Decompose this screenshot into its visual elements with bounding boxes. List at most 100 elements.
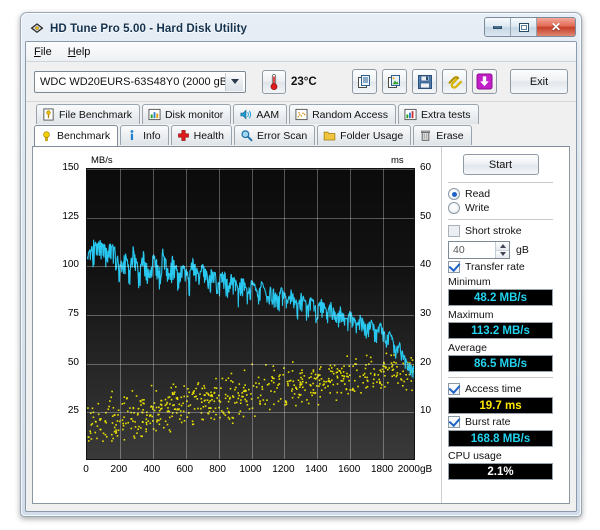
tab-extra-tests-label: Extra tests [420, 108, 471, 121]
client-area: File Help WDC WD20EURS-63S48Y0 (2000 gB) [25, 41, 577, 512]
thermometer-button[interactable] [262, 69, 286, 94]
gridline-horizontal [87, 169, 414, 170]
checkbox-access-time[interactable]: Access time [448, 383, 553, 395]
error-scan-magnifier-icon [241, 130, 253, 142]
radio-write[interactable]: Write [448, 202, 553, 214]
radio-write-indicator [448, 202, 460, 214]
checkbox-burst-rate[interactable]: Burst rate [448, 416, 553, 428]
tab-aam[interactable]: AAM [233, 104, 288, 124]
menu-item-file[interactable]: File [34, 46, 52, 58]
checkbox-short-stroke-label: Short stroke [465, 225, 522, 237]
start-button-label: Start [488, 158, 513, 171]
y-tick-label-right: 20 [420, 356, 432, 368]
copy-icon[interactable] [352, 69, 377, 94]
cpu-usage-value: 2.1% [448, 463, 553, 480]
tab-aam-label: AAM [256, 108, 280, 121]
cpu-usage-label: CPU usage [448, 450, 502, 462]
drive-select-value: WDC WD20EURS-63S48Y0 (2000 gB) [40, 75, 231, 88]
copy-image-icon[interactable] [382, 69, 407, 94]
tab-folder-usage[interactable]: Folder Usage [317, 125, 412, 145]
tab-folder-usage-label: Folder Usage [340, 129, 404, 142]
tab-random-access[interactable]: Random Access [289, 104, 396, 124]
tab-info[interactable]: Info [120, 125, 169, 145]
y-tick-label-right: 50 [420, 210, 432, 222]
extra-tests-icon [404, 108, 417, 121]
y-tick-label-right: 30 [420, 308, 432, 319]
tab-error-scan[interactable]: Error Scan [233, 125, 316, 145]
benchmark-chart: MB/s ms 25 50 75 100 125 150 10 20 30 40 50 60 0 20… [33, 147, 441, 503]
gridline-horizontal [87, 364, 414, 365]
checkbox-short-stroke[interactable]: Short stroke [448, 225, 553, 237]
start-button[interactable]: Start [462, 154, 539, 175]
tab-health-label: Health [193, 129, 224, 142]
erase-trash-icon [421, 130, 431, 141]
gridline-horizontal [87, 315, 414, 316]
y-tick-label-right: 40 [420, 259, 432, 271]
menu-bar: File Help [26, 42, 576, 62]
gridline-vertical [350, 169, 351, 459]
save-icon[interactable] [412, 69, 437, 94]
y-tick-label-left: 50 [67, 356, 79, 368]
health-cross-icon [177, 130, 189, 141]
menu-item-help-label-rest: elp [75, 45, 91, 58]
exit-button[interactable]: Exit [510, 69, 568, 94]
disk-monitor-icon [148, 108, 161, 121]
tab-file-benchmark-label: File Benchmark [59, 108, 132, 121]
minimum-value: 48.2 MB/s [448, 289, 553, 306]
access-time-value: 19.7 ms [448, 397, 553, 414]
tab-benchmark[interactable]: Benchmark [34, 125, 119, 146]
window-controls: ✕ [484, 17, 576, 37]
close-button[interactable]: ✕ [537, 18, 575, 36]
close-icon: ✕ [550, 20, 562, 34]
gridline-horizontal [87, 266, 414, 267]
radio-read[interactable]: Read [448, 188, 553, 200]
short-stroke-size-row: 40 gB [448, 241, 553, 259]
divider [448, 182, 553, 183]
benchmark-panel: MB/s ms 25 50 75 100 125 150 10 20 30 40 50 60 0 20… [32, 146, 570, 504]
download-icon[interactable] [472, 69, 497, 94]
tab-file-benchmark[interactable]: File Benchmark [36, 104, 140, 124]
benchmark-bulb-icon [43, 130, 50, 141]
menu-item-help[interactable]: Help [68, 46, 91, 58]
spinner-down-icon[interactable] [496, 250, 509, 258]
y-tick-label-left: 75 [67, 308, 79, 319]
tab-disk-monitor-label: Disk monitor [164, 108, 224, 121]
gridline-vertical [284, 169, 285, 459]
y-tick-label-left: 125 [62, 210, 79, 222]
maximize-button[interactable] [511, 18, 537, 36]
spinner-buttons[interactable] [495, 242, 509, 258]
tab-disk-monitor[interactable]: Disk monitor [141, 104, 232, 124]
tab-row-upper: File Benchmark Disk monitor AAM Random A… [32, 104, 570, 124]
tab-row-lower: Benchmark Info Health Error Scan Folder … [32, 125, 570, 146]
radio-read-label: Read [465, 188, 491, 200]
exit-button-label: Exit [529, 75, 549, 88]
radio-write-label: Write [465, 202, 490, 214]
transfer-rate-curve [87, 239, 414, 380]
gridline-vertical [383, 169, 384, 459]
tab-erase-label: Erase [436, 129, 464, 142]
average-label: Average [448, 342, 487, 354]
checkbox-short-stroke-indicator [448, 225, 460, 237]
attach-icon[interactable] [442, 69, 467, 94]
window-title: HD Tune Pro 5.00 - Hard Disk Utility [50, 22, 248, 35]
tab-health[interactable]: Health [170, 125, 232, 145]
chevron-down-icon[interactable] [225, 72, 243, 91]
divider [448, 219, 553, 220]
drive-select[interactable]: WDC WD20EURS-63S48Y0 (2000 gB) [34, 70, 246, 93]
aam-speaker-icon [240, 109, 252, 120]
minimize-icon [493, 25, 502, 29]
tab-random-access-label: Random Access [312, 108, 388, 121]
x-tick-label: 2000gB [397, 464, 433, 475]
minimum-label: Minimum [448, 276, 491, 288]
checkbox-transfer-rate-label: Transfer rate [465, 261, 525, 273]
checkbox-transfer-rate[interactable]: Transfer rate [448, 261, 553, 273]
gridline-vertical [219, 169, 220, 459]
folder-usage-icon [323, 131, 336, 141]
tab-erase[interactable]: Erase [413, 125, 472, 145]
minimize-button[interactable] [485, 18, 511, 36]
y-tick-label-left: 100 [62, 259, 79, 271]
short-stroke-input[interactable]: 40 [448, 241, 510, 259]
spinner-up-icon[interactable] [496, 242, 509, 251]
menu-item-file-label-rest: ile [40, 45, 52, 58]
tab-extra-tests[interactable]: Extra tests [397, 104, 479, 124]
